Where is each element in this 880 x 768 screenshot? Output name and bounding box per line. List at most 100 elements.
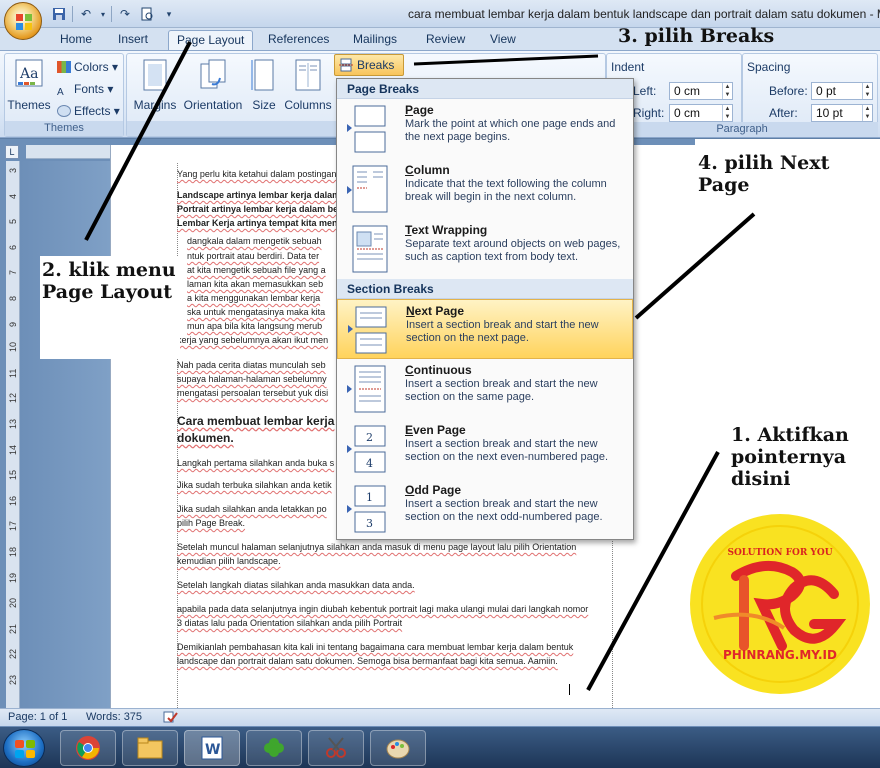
ruler-tick-label: 17 [8, 521, 18, 532]
ruler-tick-label: 18 [8, 546, 18, 557]
even-page-icon-number-bottom: 4 [366, 457, 373, 470]
start-button[interactable] [3, 729, 45, 767]
menu-item-page-break[interactable]: Page Mark the point at which one page en… [337, 99, 633, 159]
effects-label: Effects [74, 104, 111, 118]
spacing-before-field[interactable]: 0 pt ▲ ▼ [811, 82, 873, 100]
indent-left-spinner-icon[interactable]: ▲ ▼ [722, 83, 732, 99]
effects-button[interactable]: Effects ▾ [57, 102, 120, 120]
clover-taskbar-icon[interactable] [246, 730, 302, 766]
proofing-icon[interactable] [162, 710, 178, 727]
spacing-label: Spacing [747, 60, 791, 74]
breaks-button[interactable]: Breaks ▾ [334, 54, 404, 92]
columns-button[interactable]: Columns [283, 58, 333, 112]
breaks-icon [339, 58, 353, 72]
print-preview-icon[interactable] [138, 5, 156, 23]
page-count-status[interactable]: Page: 1 of 1 [8, 711, 67, 723]
columns-icon [295, 59, 321, 91]
size-button[interactable]: Size [249, 58, 279, 112]
menu-item-continuous[interactable]: Continuous Insert a section break and st… [337, 359, 633, 419]
ruler-tick-label: 14 [8, 444, 18, 455]
themes-group: Aa Themes Colors ▾ A Fonts ▾ Effects ▾ Th… [4, 53, 124, 137]
paint-taskbar-icon[interactable] [370, 730, 426, 766]
size-label: Size [252, 98, 276, 112]
ruler-tick-label: 19 [8, 572, 18, 583]
logo-top-text: SOLUTION FOR YOU [727, 548, 833, 558]
document-paragraph: landscape dan portrait dalam satu dokume… [177, 656, 558, 666]
ruler-tick-label: 3 [8, 167, 18, 173]
orientation-label: Orientation [183, 98, 243, 112]
explorer-taskbar-icon[interactable] [122, 730, 178, 766]
office-logo-icon [16, 14, 32, 30]
step2-annotation: 2. klik menu Page Layout [42, 259, 176, 303]
ruler-tick-label: 8 [8, 295, 18, 301]
left-gutter [20, 161, 110, 708]
save-icon[interactable] [50, 5, 68, 23]
indent-right-field[interactable]: 0 cm ▲ ▼ [669, 104, 733, 122]
windows-logo-icon [15, 740, 35, 758]
menu-item-even-page[interactable]: 2 4 Even Page Insert a section break and… [337, 419, 633, 479]
ruler-tick-label: 6 [8, 244, 18, 250]
section-breaks-header: Section Breaks [337, 279, 633, 299]
fonts-icon: A [57, 87, 64, 98]
ruler-tick-label: 23 [8, 674, 18, 685]
margins-button[interactable]: Margins [131, 58, 179, 112]
word-taskbar-icon[interactable]: W [184, 730, 240, 766]
document-paragraph: Demikianlah pembahasan kita kali ini ten… [177, 642, 574, 652]
spacing-after-spinner-icon[interactable]: ▲ ▼ [862, 105, 872, 121]
odd-page-icon-number-bottom: 3 [366, 517, 373, 530]
rg-logo: SOLUTION FOR YOU RG PHINRANG.MY.ID [684, 508, 876, 700]
colors-button[interactable]: Colors ▾ [57, 58, 118, 76]
tab-review[interactable]: Review [418, 30, 473, 50]
customize-qat-icon[interactable]: ▾ [160, 5, 178, 23]
ruler-tick-label: 5 [8, 219, 18, 225]
vertical-ruler[interactable]: 3 4 5 6 7 8 9 10 11 12 13 14 15 16 17 18 19 20 21 22 23 [6, 161, 20, 708]
chrome-taskbar-icon[interactable] [60, 730, 116, 766]
undo-icon[interactable]: ↶ [77, 5, 95, 23]
menu-item-column-break[interactable]: Column Indicate that the text following … [337, 159, 633, 219]
tab-references[interactable]: References [260, 30, 337, 50]
undo-dropdown-icon[interactable]: ▾ [99, 5, 107, 23]
menu-item-odd-page[interactable]: 1 3 Odd Page Insert a section break and … [337, 479, 633, 539]
spacing-before-value: 0 pt [816, 84, 837, 98]
odd-page-description: Insert a section break and start the new… [405, 498, 603, 523]
themes-button[interactable]: Aa Themes [7, 58, 51, 112]
size-icon [251, 59, 274, 91]
tab-mailings[interactable]: Mailings [345, 30, 405, 50]
redo-icon[interactable]: ↷ [116, 5, 134, 23]
fonts-button[interactable]: A Fonts ▾ [57, 80, 113, 98]
svg-text:Aa: Aa [19, 66, 38, 82]
ruler-tick-label: 9 [8, 321, 18, 327]
tab-page-layout[interactable]: Page Layout [168, 30, 254, 50]
document-paragraph: 3 diatas lalu pada Orientation silahkan … [177, 618, 403, 628]
indent-right-value: 0 cm [674, 106, 701, 120]
orientation-icon [200, 59, 226, 89]
indent-right-spinner-icon[interactable]: ▲ ▼ [722, 105, 732, 121]
snipping-tool-taskbar-icon[interactable] [308, 730, 364, 766]
tab-insert[interactable]: Insert [110, 30, 156, 50]
page-break-icon [347, 105, 386, 153]
orientation-button[interactable]: Orientation [181, 58, 245, 112]
office-button[interactable] [4, 2, 42, 40]
indent-left-field[interactable]: 0 cm ▲ ▼ [669, 82, 733, 100]
paragraph-group-label: Paragraph [606, 122, 878, 137]
tab-home[interactable]: Home [52, 30, 100, 50]
even-page-description: Insert a section break and start the new… [405, 438, 609, 463]
column-break-description: Indicate that the text following the col… [405, 178, 607, 203]
breaks-label: Breaks [357, 58, 395, 72]
menu-item-text-wrapping[interactable]: Text Wrapping Separate text around objec… [337, 219, 633, 279]
tab-view[interactable]: View [482, 30, 524, 50]
column-break-icon [347, 165, 388, 213]
title-bar: ↶ ▾ ↷ ▾ cara membuat lembar kerja dalam … [0, 0, 880, 40]
breaks-menu: Page Breaks Page Mark the point at which… [336, 78, 634, 540]
word-count-status[interactable]: Words: 375 [86, 711, 142, 723]
step1-annotation: 1. Aktifkan pointernya disini [731, 424, 849, 490]
spacing-after-field[interactable]: 10 pt ▲ ▼ [811, 104, 873, 122]
spacing-before-spinner-icon[interactable]: ▲ ▼ [862, 83, 872, 99]
window-title: cara membuat lembar kerja dalam bentuk l… [408, 7, 880, 21]
odd-page-icon-number-top: 1 [366, 491, 373, 504]
even-page-icon-number-top: 2 [366, 431, 373, 444]
document-paragraph: kemudian pilih landscape. [177, 556, 281, 566]
menu-item-next-page[interactable]: Next Page Insert a section break and sta… [337, 299, 633, 359]
colors-label: Colors [74, 60, 109, 74]
tab-selector-icon[interactable]: L [5, 145, 19, 159]
